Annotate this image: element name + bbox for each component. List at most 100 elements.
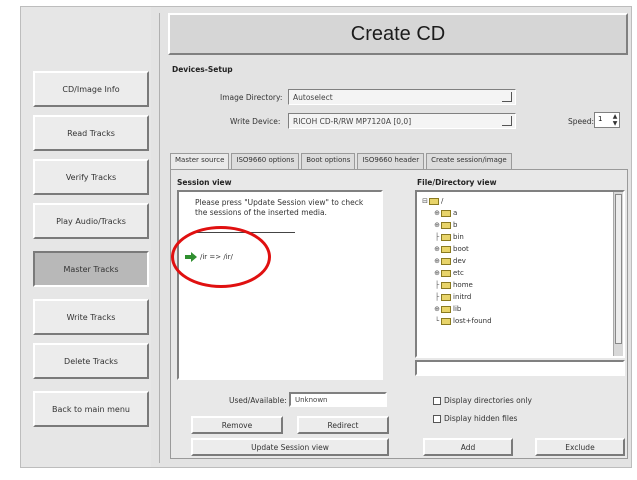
redirect-button[interactable]: Redirect (297, 416, 389, 434)
folder-icon (441, 269, 451, 277)
add-button[interactable]: Add (423, 438, 513, 456)
dropdown-arrow-icon (502, 116, 512, 126)
tree-line-icon: ├ (434, 281, 440, 289)
checkbox-icon (433, 396, 441, 405)
expander-icon[interactable]: ⊟ (421, 197, 429, 205)
session-message: Please press "Update Session view" to ch… (195, 198, 364, 217)
write-device-label: Write Device: (230, 117, 281, 126)
tree-row[interactable]: ⊕ a (433, 208, 457, 218)
sidebar-item-read-tracks[interactable]: Read Tracks (33, 115, 149, 151)
file-directory-tree[interactable]: ⊟ / ⊕ a ⊕ b ├ bin ⊕ boot ⊕ dev ⊕ etc ├ home ├ in… (415, 190, 625, 358)
sidebar-item-label: Master Tracks (63, 264, 119, 274)
annotation-circle (171, 226, 271, 288)
tree-label: b (453, 221, 458, 229)
used-available-field[interactable]: Unknown (289, 392, 387, 407)
tree-row-root[interactable]: ⊟ / (421, 196, 443, 206)
tab-create-session-image[interactable]: Create session/image (426, 153, 512, 169)
expander-icon[interactable]: ⊕ (433, 305, 441, 313)
sidebar-item-play-audio-tracks[interactable]: Play Audio/Tracks (33, 203, 149, 239)
image-directory-select[interactable]: Autoselect (288, 89, 516, 105)
tab-master-source[interactable]: Master source (170, 153, 230, 169)
expander-icon[interactable]: ⊕ (433, 269, 441, 277)
folder-icon (441, 305, 451, 313)
tab-boot-options[interactable]: Boot options (301, 153, 356, 169)
sidebar-item-back-to-main-menu[interactable]: Back to main menu (33, 391, 149, 427)
image-directory-label: Image Directory: (220, 93, 283, 102)
tree-row[interactable]: ⊕ b (433, 220, 457, 230)
sidebar-item-label: Play Audio/Tracks (56, 216, 126, 226)
page-title: Create CD (168, 13, 628, 55)
tree-row[interactable]: ⊕ boot (433, 244, 469, 254)
display-hidden-files-checkbox[interactable]: Display hidden files (433, 414, 517, 423)
exclude-button[interactable]: Exclude (535, 438, 625, 456)
tree-label: dev (453, 257, 466, 265)
tree-line-icon: └ (434, 317, 440, 325)
tree-row[interactable]: ⊕ dev (433, 256, 466, 266)
write-device-select[interactable]: RICOH CD-R/RW MP7120A [0,0] (288, 113, 516, 129)
checkbox-icon (433, 414, 441, 423)
tree-row[interactable]: ⊕ etc (433, 268, 464, 278)
used-available-label: Used/Available: (229, 396, 287, 405)
sidebar-item-delete-tracks[interactable]: Delete Tracks (33, 343, 149, 379)
tree-label: initrd (453, 293, 472, 301)
scrollbar-thumb[interactable] (615, 194, 622, 344)
remove-button[interactable]: Remove (191, 416, 283, 434)
checkbox-label: Display directories only (444, 396, 532, 405)
tab-iso9660-options[interactable]: ISO9660 options (231, 153, 300, 169)
sidebar-item-label: Read Tracks (67, 128, 115, 138)
expander-icon[interactable]: ⊕ (433, 221, 441, 229)
sidebar-item-write-tracks[interactable]: Write Tracks (33, 299, 149, 335)
speed-label: Speed: (568, 117, 595, 126)
expander-icon[interactable]: ⊕ (433, 209, 441, 217)
tree-row[interactable]: └ lost+found (433, 316, 492, 326)
update-session-view-button[interactable]: Update Session view (191, 438, 389, 456)
sidebar-item-label: Back to main menu (52, 404, 130, 414)
speed-value: 1 (598, 115, 603, 123)
folder-icon (441, 245, 451, 253)
tree-row[interactable]: ⊕ lib (433, 304, 461, 314)
sidebar-item-label: Delete Tracks (64, 356, 118, 366)
expander-icon[interactable]: ⊕ (433, 245, 441, 253)
tree-line-icon: ├ (434, 233, 440, 241)
tab-iso9660-header[interactable]: ISO9660 header (357, 153, 425, 169)
tree-vertical-scrollbar[interactable] (613, 192, 623, 356)
tab-panel-master-source: Session view Please press "Update Sessio… (170, 169, 628, 459)
folder-icon (441, 257, 451, 265)
folder-icon (429, 197, 439, 205)
tree-label: lib (453, 305, 462, 313)
expander-icon[interactable]: ⊕ (433, 257, 441, 265)
tree-label: a (453, 209, 458, 217)
tab-bar: Master source ISO9660 options Boot optio… (170, 153, 514, 169)
tree-label: etc (453, 269, 464, 277)
tree-label: / (441, 197, 444, 205)
image-directory-value: Autoselect (293, 93, 333, 102)
tree-horizontal-scrollbar[interactable] (415, 360, 625, 376)
session-view-label: Session view (177, 178, 232, 187)
sidebar-item-label: Verify Tracks (65, 172, 117, 182)
folder-icon (441, 221, 451, 229)
display-directories-only-checkbox[interactable]: Display directories only (433, 396, 532, 405)
tree-line-icon: ├ (434, 293, 440, 301)
write-device-value: RICOH CD-R/RW MP7120A [0,0] (293, 117, 412, 126)
sidebar-item-label: Write Tracks (66, 312, 116, 322)
folder-icon (441, 233, 451, 241)
tree-row[interactable]: ├ home (433, 280, 473, 290)
devices-group-label: Devices-Setup (172, 65, 233, 74)
tree-label: boot (453, 245, 469, 253)
file-directory-view-label: File/Directory view (417, 178, 497, 187)
dropdown-arrow-icon (502, 92, 512, 102)
tree-label: lost+found (453, 317, 492, 325)
folder-icon (441, 293, 451, 301)
tree-row[interactable]: ├ bin (433, 232, 464, 242)
tree-row[interactable]: ├ initrd (433, 292, 471, 302)
sidebar: CD/Image Info Read Tracks Verify Tracks … (21, 7, 151, 467)
sidebar-item-master-tracks[interactable]: Master Tracks (33, 251, 149, 287)
sidebar-item-cd-image-info[interactable]: CD/Image Info (33, 71, 149, 107)
speed-spinbox[interactable]: 1 ▲ ▼ (594, 112, 620, 128)
folder-icon (441, 317, 451, 325)
tree-label: home (453, 281, 473, 289)
tree-label: bin (453, 233, 464, 241)
sidebar-item-verify-tracks[interactable]: Verify Tracks (33, 159, 149, 195)
spin-arrows-icon[interactable]: ▲ ▼ (611, 113, 619, 127)
app-window: CD/Image Info Read Tracks Verify Tracks … (20, 6, 632, 468)
